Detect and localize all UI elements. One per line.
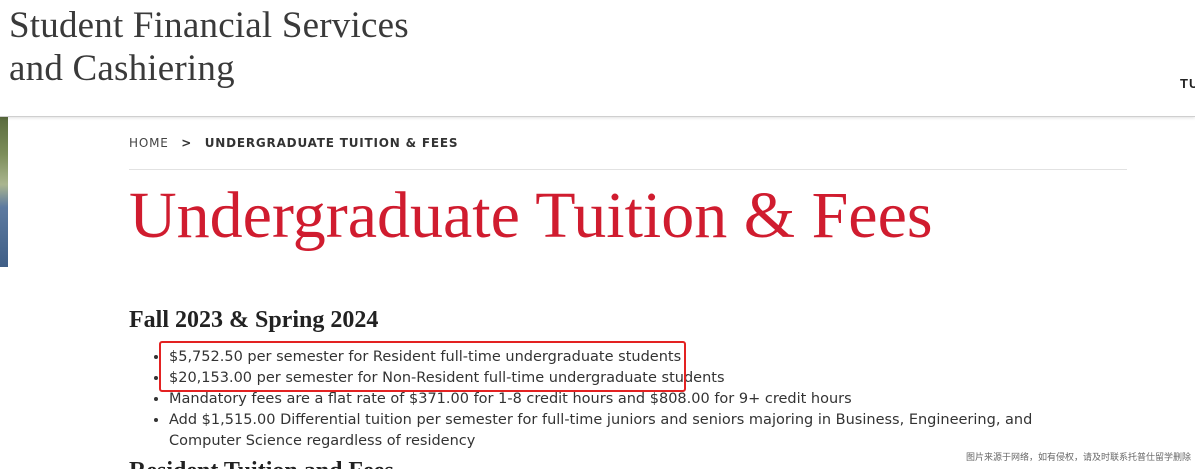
watermark-text: 图片来源于网络，如有侵权，请及时联系托普仕留学删除 (961, 451, 1195, 465)
page-title: Undergraduate Tuition & Fees (129, 179, 933, 252)
nav-item-truncated[interactable]: TU (1180, 76, 1195, 91)
site-title[interactable]: Student Financial Services and Cashierin… (9, 4, 409, 90)
breadcrumb-separator: > (181, 136, 193, 150)
breadcrumb-home-link[interactable]: HOME (129, 136, 169, 150)
site-header: Student Financial Services and Cashierin… (0, 0, 1195, 117)
breadcrumb-current: UNDERGRADUATE TUITION & FEES (204, 136, 459, 150)
section-heading: Fall 2023 & Spring 2024 (129, 307, 379, 333)
next-section-heading: Resident Tuition and Fees (129, 456, 394, 469)
list-item-resident-tuition: $5,752.50 per semester for Resident full… (169, 347, 1069, 368)
breadcrumb-divider (129, 169, 1127, 170)
list-item-mandatory-fees: Mandatory fees are a flat rate of $371.0… (169, 389, 1069, 410)
fee-list: $5,752.50 per semester for Resident full… (148, 347, 1069, 452)
list-item-nonresident-tuition: $20,153.00 per semester for Non-Resident… (169, 368, 1069, 389)
site-title-line-1: Student Financial Services (9, 5, 409, 46)
breadcrumb: HOME > UNDERGRADUATE TUITION & FEES (129, 136, 458, 150)
page: Student Financial Services and Cashierin… (0, 0, 1195, 469)
list-item-differential-tuition: Add $1,515.00 Differential tuition per s… (169, 410, 1069, 452)
side-photo (0, 117, 8, 267)
site-title-line-2: and Cashiering (9, 48, 235, 89)
